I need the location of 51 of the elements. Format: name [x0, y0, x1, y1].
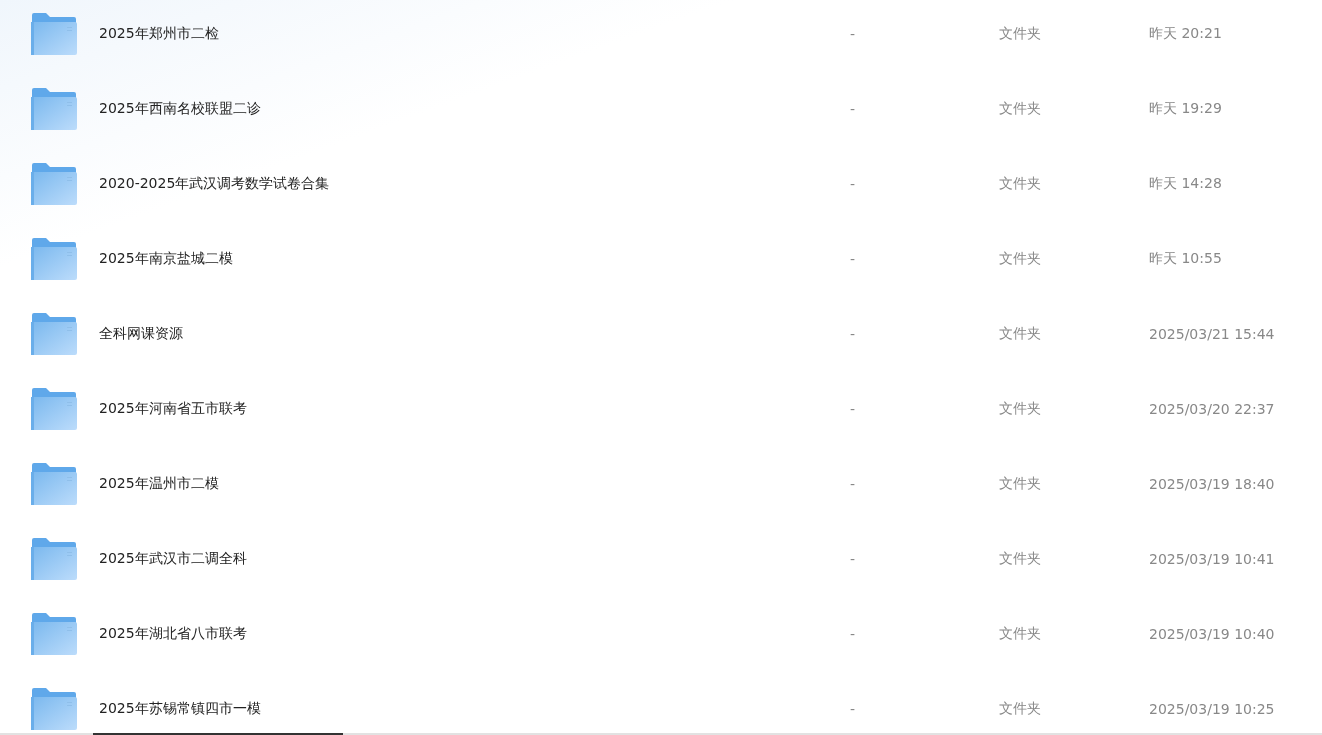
file-name: 2025年南京盐城二模	[99, 249, 234, 268]
folder-icon	[31, 162, 77, 205]
modified-time: 2025/03/19 10:41	[1149, 550, 1275, 567]
folder-icon	[31, 387, 77, 430]
file-type: 文件夹	[999, 399, 1042, 418]
file-size: -	[850, 25, 857, 42]
file-name: 2025年武汉市二调全科	[99, 549, 248, 568]
file-size: -	[850, 700, 857, 717]
folder-icon	[31, 612, 77, 655]
file-type: 文件夹	[999, 699, 1042, 718]
file-name: 2025年河南省五市联考	[99, 399, 248, 418]
folder-icon	[31, 462, 77, 505]
file-name: 2025年西南名校联盟二诊	[99, 99, 262, 118]
file-size: -	[850, 175, 857, 192]
file-name: 2025年苏锡常镇四市一模	[99, 699, 262, 718]
modified-time: 2025/03/19 10:25	[1149, 700, 1275, 717]
modified-time: 昨天 14:28	[1149, 174, 1222, 193]
file-type: 文件夹	[999, 624, 1042, 643]
file-size: -	[850, 100, 857, 117]
folder-icon	[31, 687, 77, 730]
file-type: 文件夹	[999, 99, 1042, 118]
scrollbar-thumb[interactable]	[93, 733, 343, 735]
modified-time: 昨天 20:21	[1149, 24, 1222, 43]
modified-time: 2025/03/20 22:37	[1149, 400, 1275, 417]
folder-icon	[31, 237, 77, 280]
folder-icon	[31, 12, 77, 55]
file-type: 文件夹	[999, 24, 1042, 43]
file-name: 2025年湖北省八市联考	[99, 624, 248, 643]
modified-time: 昨天 10:55	[1149, 249, 1222, 268]
file-type: 文件夹	[999, 174, 1042, 193]
file-name: 2025年温州市二模	[99, 474, 220, 493]
modified-time: 昨天 19:29	[1149, 99, 1222, 118]
modified-time: 2025/03/21 15:44	[1149, 325, 1275, 342]
folder-icon	[31, 537, 77, 580]
file-name: 2020-2025年武汉调考数学试卷合集	[99, 174, 331, 193]
folder-icon	[31, 312, 77, 355]
file-type: 文件夹	[999, 324, 1042, 343]
file-size: -	[850, 400, 857, 417]
file-size: -	[850, 625, 857, 642]
folder-icon	[31, 87, 77, 130]
file-type: 文件夹	[999, 249, 1042, 268]
file-type: 文件夹	[999, 474, 1042, 493]
modified-time: 2025/03/19 18:40	[1149, 475, 1275, 492]
modified-time: 2025/03/19 10:40	[1149, 625, 1275, 642]
file-size: -	[850, 325, 857, 342]
file-type: 文件夹	[999, 549, 1042, 568]
file-name: 2025年郑州市二检	[99, 24, 220, 43]
file-size: -	[850, 250, 857, 267]
file-name: 全科网课资源	[99, 324, 184, 343]
file-size: -	[850, 475, 857, 492]
file-size: -	[850, 550, 857, 567]
